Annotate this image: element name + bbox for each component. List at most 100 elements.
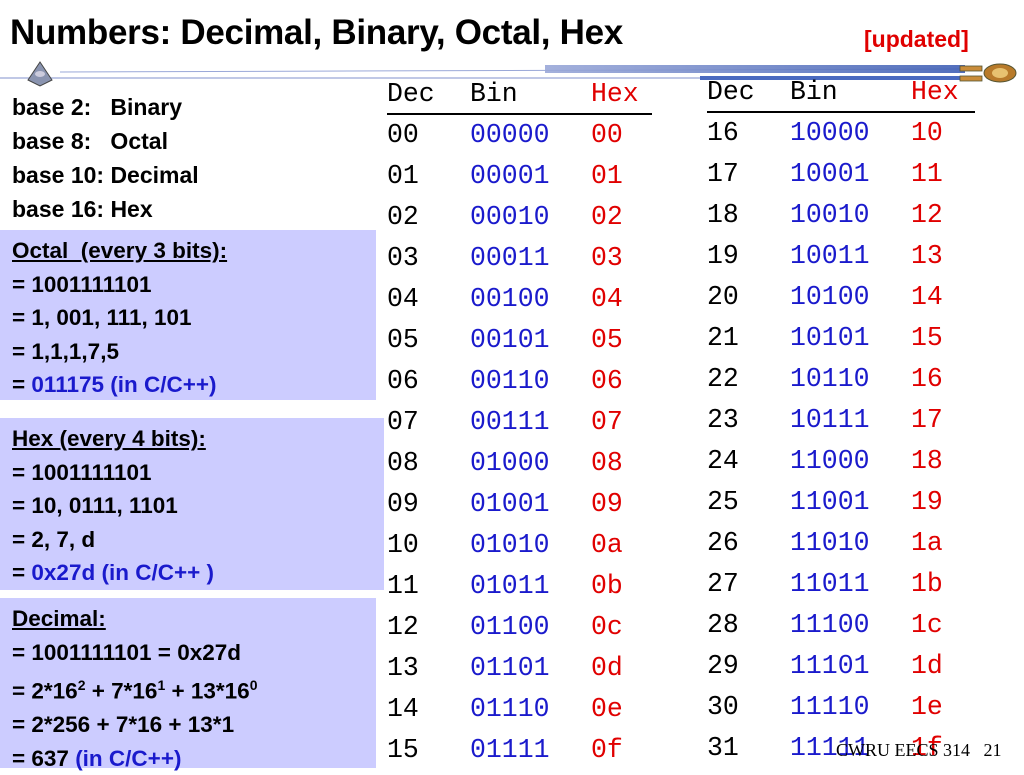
octal-line: = 1,1,1,7,5 <box>12 338 119 364</box>
hex-cell: 19 <box>911 487 943 517</box>
dec-cell: 20 <box>707 282 739 312</box>
hex-line: = 10, 0111, 1101 <box>12 493 178 519</box>
table-row: 27 11011 1b <box>707 564 987 605</box>
dec-cell: 28 <box>707 610 739 640</box>
dec-cell: 30 <box>707 692 739 722</box>
hex-cell: 0d <box>591 653 623 683</box>
table-rule <box>707 111 975 113</box>
power-exponent: 0 <box>249 677 258 694</box>
table-row: 28 11100 1c <box>707 605 987 646</box>
hex-cell: 14 <box>911 282 943 312</box>
dec-cell: 10 <box>387 530 419 560</box>
bin-cell: 00110 <box>470 366 550 396</box>
hex-cell: 01 <box>591 161 623 191</box>
dec-cell: 22 <box>707 364 739 394</box>
dec-cell: 14 <box>387 694 419 724</box>
dec-cell: 18 <box>707 200 739 230</box>
header-hex: Hex <box>911 77 959 107</box>
hex-cell: 0c <box>591 612 623 642</box>
hex-cell: 0b <box>591 571 623 601</box>
dec-cell: 21 <box>707 323 739 353</box>
dec-cell: 00 <box>387 120 419 150</box>
octal-result: 011175 (in C/C++) <box>31 372 217 398</box>
hex-cell: 0a <box>591 530 623 560</box>
dec-cell: 31 <box>707 733 739 763</box>
table-row: 19 10011 13 <box>707 236 987 277</box>
table-row: 03 00011 03 <box>387 238 657 279</box>
octal-box: Octal (every 3 bits): = 1001111101 = 1, … <box>0 230 376 400</box>
bin-cell: 00001 <box>470 161 550 191</box>
hex-cell: 10 <box>911 118 943 148</box>
dec-cell: 06 <box>387 366 419 396</box>
table-row: 16 10000 10 <box>707 113 987 154</box>
table-header: Dec Bin Hex <box>387 74 657 115</box>
header-dec: Dec <box>707 77 755 107</box>
dec-cell: 26 <box>707 528 739 558</box>
hex-cell: 1a <box>911 528 943 558</box>
hex-cell: 02 <box>591 202 623 232</box>
hex-cell: 09 <box>591 489 623 519</box>
hex-result-prefix: = <box>12 560 32 586</box>
header-dec: Dec <box>387 79 435 109</box>
table-row: 07 00111 07 <box>387 402 657 443</box>
power-base: + 7*16 <box>85 678 158 704</box>
octal-result-line: = 011175 (in C/C++) <box>12 368 376 402</box>
bin-cell: 11000 <box>790 446 870 476</box>
table-row: 18 10010 12 <box>707 195 987 236</box>
dec-cell: 07 <box>387 407 419 437</box>
header-bin: Bin <box>790 77 838 107</box>
hex-cell: 1e <box>911 692 943 722</box>
hex-result-line: = 0x27d (in C/C++ ) <box>12 556 384 590</box>
bin-cell: 01010 <box>470 530 550 560</box>
base-item: base 8: Octal <box>12 128 168 154</box>
table-row: 22 10110 16 <box>707 359 987 400</box>
dec-cell: 13 <box>387 653 419 683</box>
table-row: 12 01100 0c <box>387 607 657 648</box>
bin-cell: 10111 <box>790 405 870 435</box>
table-row: 26 11010 1a <box>707 523 987 564</box>
table-row: 30 11110 1e <box>707 687 987 728</box>
decimal-result: (in C/C++) <box>75 745 182 771</box>
table-row: 00 00000 00 <box>387 115 657 156</box>
hex-cell: 16 <box>911 364 943 394</box>
table-row: 21 10101 15 <box>707 318 987 359</box>
hex-cell: 11 <box>911 159 943 189</box>
hex-line: = 2, 7, d <box>12 526 96 552</box>
bin-cell: 00100 <box>470 284 550 314</box>
octal-line: = 1001111101 <box>12 271 152 297</box>
dec-cell: 02 <box>387 202 419 232</box>
hex-heading: Hex (every 4 bits): <box>12 426 206 451</box>
table-row: 17 10001 11 <box>707 154 987 195</box>
bin-cell: 01100 <box>470 612 550 642</box>
base-item: base 10: Decimal <box>12 162 199 188</box>
bin-cell: 11100 <box>790 610 870 640</box>
table-row: 24 11000 18 <box>707 441 987 482</box>
bin-cell: 10110 <box>790 364 870 394</box>
header-hex: Hex <box>591 79 639 109</box>
bin-cell: 01110 <box>470 694 550 724</box>
table-row: 23 10111 17 <box>707 400 987 441</box>
hex-cell: 1c <box>911 610 943 640</box>
table-row: 20 10100 14 <box>707 277 987 318</box>
hex-cell: 1d <box>911 651 943 681</box>
decimal-line: = 2*256 + 7*16 + 13*1 <box>12 712 235 738</box>
bin-cell: 00000 <box>470 120 550 150</box>
dec-cell: 12 <box>387 612 419 642</box>
hex-cell: 17 <box>911 405 943 435</box>
table-row: 11 01011 0b <box>387 566 657 607</box>
table-row: 25 11001 19 <box>707 482 987 523</box>
power-base: + 13*16 <box>165 678 250 704</box>
hex-cell: 00 <box>591 120 623 150</box>
dec-cell: 05 <box>387 325 419 355</box>
hex-cell: 05 <box>591 325 623 355</box>
table-row: 08 01000 08 <box>387 443 657 484</box>
table-rule <box>387 113 652 115</box>
dec-cell: 19 <box>707 241 739 271</box>
bin-cell: 00101 <box>470 325 550 355</box>
base-item: base 16: Hex <box>12 196 153 222</box>
dec-cell: 04 <box>387 284 419 314</box>
decimal-result-prefix: = 637 <box>12 745 76 771</box>
decimal-box: Decimal: = 1001111101 = 0x27d = 2*162 + … <box>0 598 376 771</box>
hex-cell: 1b <box>911 569 943 599</box>
bin-cell: 00011 <box>470 243 550 273</box>
